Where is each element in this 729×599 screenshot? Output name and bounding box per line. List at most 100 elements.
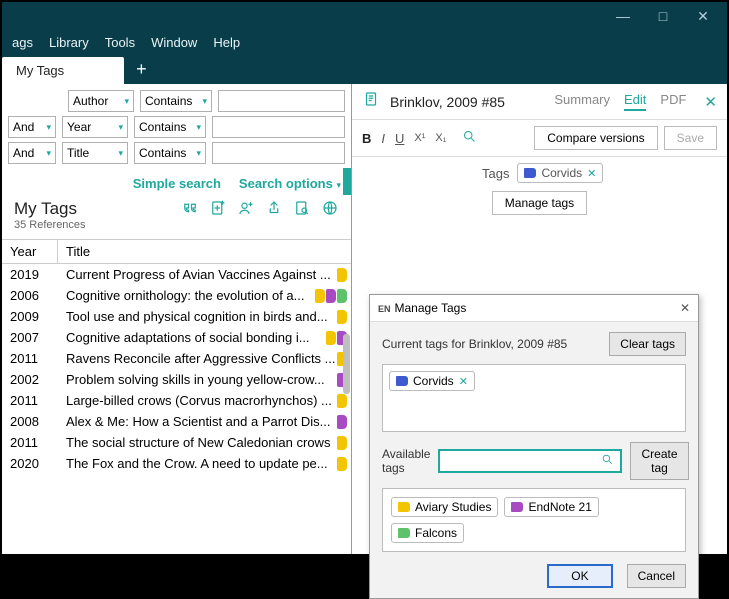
close-panel-icon[interactable]: ✕ [704, 93, 717, 111]
search-doc-icon[interactable] [293, 199, 311, 222]
table-row[interactable]: 2020The Fox and the Crow. A need to upda… [2, 453, 351, 474]
ok-button[interactable]: OK [547, 564, 612, 588]
superscript-button[interactable]: X¹ [414, 132, 425, 144]
cell-year: 2011 [2, 351, 58, 366]
bool-op-select[interactable]: And▾ [8, 116, 56, 138]
cell-title: Cognitive adaptations of social bonding … [58, 330, 325, 345]
menubar: agsLibraryToolsWindowHelp [2, 30, 727, 54]
table-row[interactable]: 2011Ravens Reconcile after Aggressive Co… [2, 348, 351, 369]
dialog-titlebar: ENManage Tags ✕ [370, 295, 698, 322]
tag-chip[interactable]: EndNote 21 [504, 497, 598, 517]
right-panel: Brinklov, 2009 #85 Summary Edit PDF ✕ B … [352, 84, 727, 554]
remove-tag-icon[interactable]: ✕ [587, 167, 596, 180]
tag-search-field[interactable] [446, 454, 601, 468]
group-title: My Tags [14, 199, 86, 219]
tag-chip[interactable]: Aviary Studies [391, 497, 498, 517]
underline-button[interactable]: U [395, 131, 404, 146]
menu-ags[interactable]: ags [4, 33, 41, 52]
current-tags-label: Current tags for Brinklov, 2009 #85 [382, 337, 567, 351]
condition-select[interactable]: Contains▾ [134, 116, 206, 138]
table-row[interactable]: 2009Tool use and physical cognition in b… [2, 306, 351, 327]
simple-search-link[interactable]: Simple search [133, 176, 221, 191]
table-row[interactable]: 2007Cognitive adaptations of social bond… [2, 327, 351, 348]
add-reference-icon[interactable] [209, 199, 227, 222]
table-row[interactable]: 2008Alex & Me: How a Scientist and a Par… [2, 411, 351, 432]
share-icon[interactable] [265, 199, 283, 222]
tag-color-icon [511, 502, 523, 512]
tag-color-icon [524, 168, 536, 178]
compare-versions-button[interactable]: Compare versions [534, 126, 657, 150]
web-icon[interactable] [321, 199, 339, 222]
search-value-input[interactable] [212, 116, 345, 138]
cancel-button[interactable]: Cancel [627, 564, 686, 588]
clear-tags-button[interactable]: Clear tags [609, 332, 686, 356]
scrollbar-thumb[interactable] [343, 334, 350, 394]
tag-marker-icon [337, 268, 347, 282]
row-tags [336, 268, 351, 282]
tab-pdf[interactable]: PDF [660, 92, 686, 111]
bool-op-select[interactable]: And▾ [8, 142, 56, 164]
cell-title: Tool use and physical cognition in birds… [58, 309, 336, 324]
tab-summary[interactable]: Summary [554, 92, 610, 111]
tag-chip-corvids[interactable]: Corvids ✕ [389, 371, 475, 391]
manage-tags-button[interactable]: Manage tags [492, 191, 587, 215]
bold-button[interactable]: B [362, 131, 371, 146]
remove-tag-icon[interactable]: ✕ [459, 375, 468, 388]
quote-icon[interactable] [181, 199, 199, 222]
table-row[interactable]: 2011The social structure of New Caledoni… [2, 432, 351, 453]
add-person-icon[interactable] [237, 199, 255, 222]
tag-search-input[interactable] [438, 449, 622, 473]
table-row[interactable]: 2006Cognitive ornithology: the evolution… [2, 285, 351, 306]
tags-label: Tags [482, 166, 509, 181]
tag-chip-corvids[interactable]: Corvids ✕ [517, 163, 603, 183]
dialog-close-icon[interactable]: ✕ [680, 301, 690, 315]
cell-year: 2009 [2, 309, 58, 324]
min-button[interactable]: — [603, 4, 643, 28]
cell-title: Cognitive ornithology: the evolution of … [58, 288, 314, 303]
tag-marker-icon [337, 289, 347, 303]
cell-year: 2006 [2, 288, 58, 303]
cell-title: The social structure of New Caledonian c… [58, 435, 336, 450]
field-select[interactable]: Author▾ [68, 90, 134, 112]
reference-list: 2019Current Progress of Avian Vaccines A… [2, 264, 351, 554]
app-badge: EN [378, 304, 391, 314]
tag-marker-icon [337, 436, 347, 450]
subscript-button[interactable]: X₁ [435, 132, 446, 144]
cell-title: Ravens Reconcile after Aggressive Confli… [58, 351, 336, 366]
table-row[interactable]: 2019Current Progress of Avian Vaccines A… [2, 264, 351, 285]
tabs-row: My Tags + [2, 54, 727, 84]
search-options-link[interactable]: Search options [239, 176, 333, 191]
cell-year: 2011 [2, 435, 58, 450]
tag-marker-icon [337, 310, 347, 324]
tab-edit[interactable]: Edit [624, 92, 646, 111]
menu-help[interactable]: Help [205, 33, 248, 52]
field-select[interactable]: Year▾ [62, 116, 128, 138]
search-value-input[interactable] [212, 142, 345, 164]
field-select[interactable]: Title▾ [62, 142, 128, 164]
add-tab-button[interactable]: + [124, 55, 159, 84]
close-button[interactable]: ✕ [683, 4, 723, 28]
tag-chip[interactable]: Falcons [391, 523, 464, 543]
col-year[interactable]: Year [2, 240, 58, 263]
save-button[interactable]: Save [664, 126, 717, 150]
menu-window[interactable]: Window [143, 33, 205, 52]
tag-name: EndNote 21 [528, 500, 591, 514]
condition-select[interactable]: Contains▾ [134, 142, 206, 164]
left-panel: Author▾Contains▾And▾Year▾Contains▾And▾Ti… [2, 84, 352, 554]
tag-marker-icon [315, 289, 325, 303]
search-value-input[interactable] [218, 90, 345, 112]
cell-title: Problem solving skills in young yellow-c… [58, 372, 336, 387]
table-row[interactable]: 2002Problem solving skills in young yell… [2, 369, 351, 390]
tab-my-tags[interactable]: My Tags [2, 57, 124, 84]
condition-select[interactable]: Contains▾ [140, 90, 212, 112]
cell-year: 2011 [2, 393, 58, 408]
menu-tools[interactable]: Tools [97, 33, 143, 52]
create-tag-button[interactable]: Create tag [630, 442, 688, 480]
row-tags [336, 436, 351, 450]
search-icon[interactable] [462, 129, 477, 147]
col-title[interactable]: Title [58, 240, 351, 263]
max-button[interactable]: □ [643, 4, 683, 28]
table-row[interactable]: 2011Large-billed crows (Corvus macrorhyn… [2, 390, 351, 411]
menu-library[interactable]: Library [41, 33, 97, 52]
italic-button[interactable]: I [381, 131, 385, 146]
